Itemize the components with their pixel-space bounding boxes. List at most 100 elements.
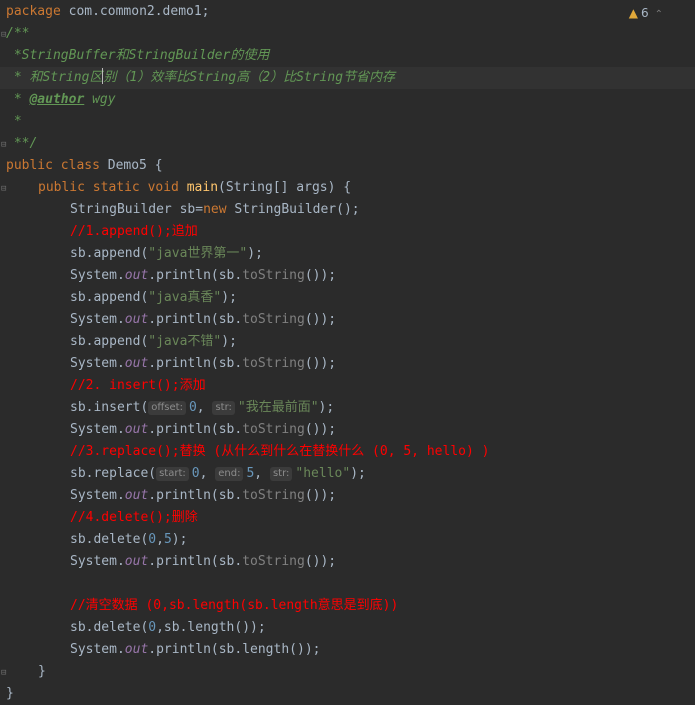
code-editor[interactable]: ▲ 6 ⌃ package com.common2.demo1; ⊟ /** *St… <box>0 0 695 701</box>
code-text: ); <box>318 400 335 415</box>
code-line-comment-3[interactable]: //3.replace();替换 (从什么到什么在替换什么 (0, 5, hel… <box>0 441 695 463</box>
comment: //1.append();追加 <box>70 224 198 239</box>
code-line-sb-decl[interactable]: StringBuilder sb=new StringBuilder(); <box>0 199 695 221</box>
number-literal: 0 <box>148 620 157 635</box>
code-text: , <box>156 532 164 547</box>
doc-comment: * <box>6 114 22 129</box>
code-line-println-length[interactable]: System.out.println(sb.length()); <box>0 639 695 661</box>
string-literal: "java真香" <box>148 290 222 305</box>
code-text: StringBuilder sb= <box>70 202 204 217</box>
method-tostring: toString <box>242 312 305 327</box>
keyword: public static void <box>38 180 187 195</box>
comment: //2. insert();添加 <box>70 378 206 393</box>
params: (String[] args) { <box>218 180 352 195</box>
param-hint: end: <box>215 467 244 481</box>
code-line-println[interactable]: System.out.println(sb.toString()); <box>0 353 695 375</box>
code-line-doc-star[interactable]: * <box>0 111 695 133</box>
doc-comment: * 和String区 <box>6 70 103 85</box>
code-line-doc-author[interactable]: * @author wgy <box>0 89 695 111</box>
keyword: package <box>6 4 61 19</box>
code-line-empty[interactable] <box>0 573 695 595</box>
code-line-append-1[interactable]: sb.append("java世界第一"); <box>0 243 695 265</box>
code-text: sb.append( <box>70 334 149 349</box>
string-literal: "我在最前面" <box>237 400 319 415</box>
code-text: .println(sb.length()); <box>148 642 321 657</box>
field-out: out <box>124 312 149 327</box>
doc-comment: wgy <box>84 92 116 107</box>
code-text: ()); <box>304 488 337 503</box>
code-line-println[interactable]: System.out.println(sb.toString()); <box>0 485 695 507</box>
string-literal: "java世界第一" <box>148 246 248 261</box>
param-hint: str: <box>212 401 235 415</box>
doc-comment: /** <box>6 26 30 41</box>
code-text: } <box>38 664 46 679</box>
field-out: out <box>124 268 149 283</box>
code-line-println[interactable]: System.out.println(sb.toString()); <box>0 551 695 573</box>
code-line-main[interactable]: public static void main(String[] args) { <box>0 177 695 199</box>
code-text: .println(sb. <box>148 488 243 503</box>
code-text: System. <box>70 356 125 371</box>
code-line-append-2[interactable]: sb.append("java真香"); <box>0 287 695 309</box>
code-text: sb.replace( <box>70 466 157 481</box>
code-line-close-class[interactable]: } <box>0 683 695 705</box>
code-line-comment-5[interactable]: //清空数据 (0,sb.length(sb.length意思是到底)) <box>0 595 695 617</box>
code-line-doc-2[interactable]: * 和String区别（1）效率比String高（2）比String节省内存 <box>0 67 695 89</box>
code-text: .println(sb. <box>148 312 243 327</box>
code-line-comment-1[interactable]: //1.append();追加 <box>0 221 695 243</box>
number-literal: 0 <box>188 400 197 415</box>
code-line-package[interactable]: package com.common2.demo1; <box>0 1 695 23</box>
code-line-insert[interactable]: sb.insert(offset: 0, str: "我在最前面"); <box>0 397 695 419</box>
code-text: , <box>199 466 216 481</box>
code-line-println[interactable]: System.out.println(sb.toString()); <box>0 309 695 331</box>
code-text: ()); <box>304 554 337 569</box>
code-line-println[interactable]: System.out.println(sb.toString()); <box>0 419 695 441</box>
field-out: out <box>124 642 149 657</box>
code-text: ); <box>247 246 263 261</box>
code-text: sb.append( <box>70 246 149 261</box>
code-text: System. <box>70 422 125 437</box>
code-line-println[interactable]: System.out.println(sb.toString()); <box>0 265 695 287</box>
code-line-delete[interactable]: sb.delete(0,5); <box>0 529 695 551</box>
code-line-close-main[interactable]: } <box>0 661 695 683</box>
method-tostring: toString <box>242 268 305 283</box>
code-text: ,sb.length()); <box>156 620 266 635</box>
method-tostring: toString <box>242 356 305 371</box>
code-line-class[interactable]: public class Demo5 { <box>0 155 695 177</box>
field-out: out <box>124 554 149 569</box>
code-text: .println(sb. <box>148 356 243 371</box>
code-text: ()); <box>304 268 337 283</box>
doc-comment: * <box>6 92 30 107</box>
code-line-append-3[interactable]: sb.append("java不错"); <box>0 331 695 353</box>
code-line-doc-1[interactable]: *StringBuffer和StringBuilder的使用 <box>0 45 695 67</box>
code-text: sb.delete( <box>70 532 149 547</box>
code-text: ()); <box>304 422 337 437</box>
code-text: System. <box>70 554 125 569</box>
method-name: main <box>186 180 219 195</box>
code-text: .println(sb. <box>148 422 243 437</box>
keyword: new <box>203 202 227 217</box>
string-literal: "java不错" <box>148 334 222 349</box>
doc-tag: @author <box>29 92 85 107</box>
code-line-replace[interactable]: sb.replace(start: 0, end: 5, str: "hello"); <box>0 463 695 485</box>
code-text: System. <box>70 312 125 327</box>
comment: //3.replace();替换 (从什么到什么在替换什么 (0, 5, hel… <box>70 444 490 459</box>
code-line-comment-4[interactable]: //4.delete();删除 <box>0 507 695 529</box>
code-text: .println(sb. <box>148 554 243 569</box>
doc-comment: *StringBuffer和StringBuilder的使用 <box>6 48 270 63</box>
string-literal: "hello" <box>295 466 351 481</box>
keyword: public class <box>6 158 100 173</box>
number-literal: 0 <box>148 532 157 547</box>
code-line-doc-open[interactable]: /** <box>0 23 695 45</box>
code-text: ); <box>350 466 366 481</box>
field-out: out <box>124 422 149 437</box>
doc-comment: 别（1）效率比String高（2）比String节省内存 <box>103 70 396 85</box>
code-line-doc-close[interactable]: **/ <box>0 133 695 155</box>
code-line-comment-2[interactable]: //2. insert();添加 <box>0 375 695 397</box>
number-literal: 0 <box>191 466 200 481</box>
param-hint: start: <box>156 467 189 481</box>
code-line-delete-all[interactable]: sb.delete(0,sb.length()); <box>0 617 695 639</box>
code-text: ); <box>221 334 237 349</box>
comment: //清空数据 (0,sb.length(sb.length意思是到底)) <box>70 598 399 613</box>
method-tostring: toString <box>242 488 305 503</box>
code-text: sb.delete( <box>70 620 149 635</box>
